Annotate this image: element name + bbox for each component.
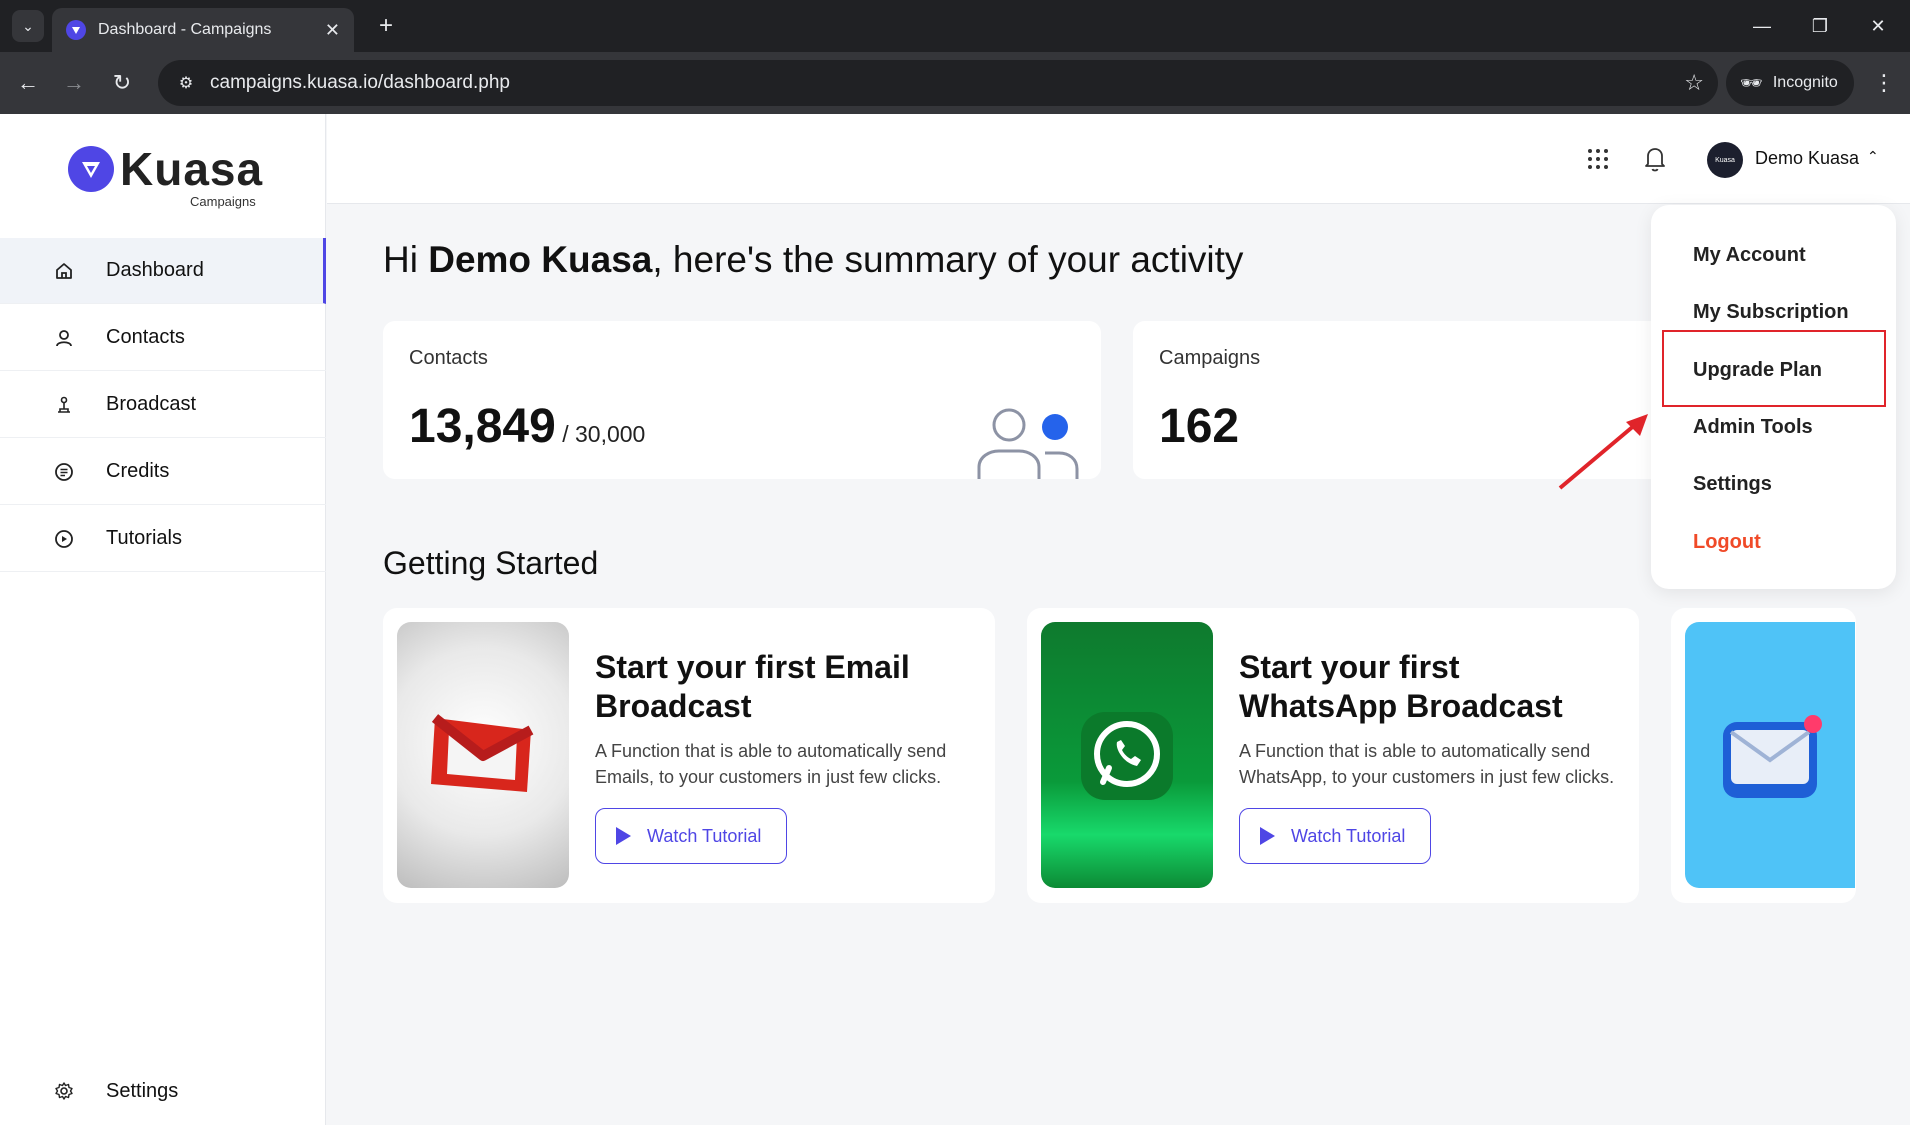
close-window-icon[interactable]: ✕ [1856,10,1900,42]
stat-label: Contacts [409,347,488,369]
whatsapp-broadcast-card: Start your first WhatsApp Broadcast A Fu… [1027,608,1639,903]
home-icon [52,259,76,283]
sidebar-item-label: Tutorials [106,527,182,549]
card-description: A Function that is able to automatically… [595,741,947,787]
sidebar-item-broadcast[interactable]: Broadcast [0,372,326,438]
kuasa-favicon-icon [66,20,86,40]
sidebar: Kuasa Campaigns Dashboard Contacts Broad… [0,114,326,1125]
forward-icon[interactable]: → [58,67,90,99]
stat-label: Campaigns [1159,347,1261,369]
user-name[interactable]: Demo Kuasa [1755,148,1859,169]
avatar[interactable]: Kuasa [1707,142,1743,178]
whatsapp-card-image [1041,622,1213,888]
credits-icon [52,460,76,484]
upgrade-plan-highlight [1662,330,1886,407]
email-broadcast-card: Start your first Email Broadcast A Funct… [383,608,995,903]
browser-menu-icon[interactable]: ⋮ [1868,67,1900,99]
menu-item-admin-tools[interactable]: Admin Tools [1693,416,1813,439]
incognito-icon: 🕶 [1740,72,1763,93]
user-icon [52,326,76,350]
annotation-arrow-icon [1558,414,1648,490]
section-title: Getting Started [383,545,599,581]
brand-logo[interactable]: Kuasa Campaigns [68,142,268,209]
menu-item-logout[interactable]: Logout [1693,531,1761,554]
contacts-stat-card[interactable]: Contacts 13,849 / 30,000 [383,321,1101,479]
menu-item-settings[interactable]: Settings [1693,473,1772,496]
incognito-badge[interactable]: 🕶 Incognito [1726,60,1854,106]
restore-icon[interactable]: ❐ [1798,10,1842,42]
watch-tutorial-button[interactable]: Watch Tutorial [1239,808,1431,864]
sidebar-item-dashboard[interactable]: Dashboard [0,238,326,304]
gear-icon [52,1079,76,1103]
third-broadcast-card [1671,608,1856,903]
contacts-illustration-icon [977,408,1079,479]
gmail-icon [431,714,534,792]
sidebar-item-tutorials[interactable]: Tutorials [0,506,326,572]
url-text[interactable]: campaigns.kuasa.io/dashboard.php [210,72,1684,94]
greeting-suffix: , here's the summary of your activity [652,239,1244,280]
card-description: A Function that is able to automatically… [1239,741,1615,787]
card-title: Start your first Email Broadcast [595,649,910,724]
kuasa-logo-icon [68,146,114,192]
browser-tab[interactable]: Dashboard - Campaigns ✕ [52,8,354,52]
tab-close-icon[interactable]: ✕ [325,20,340,41]
sidebar-item-label: Broadcast [106,393,197,415]
apps-grid-icon[interactable] [1585,146,1611,172]
tab-search-chevron-icon[interactable]: ⌄ [12,10,44,42]
play-icon [1260,827,1275,845]
play-icon [616,827,631,845]
mail-envelope-icon [1723,715,1822,798]
button-label: Watch Tutorial [647,825,762,846]
new-tab-icon[interactable]: + [370,10,402,42]
greeting-name: Demo Kuasa [428,239,653,280]
email-card-image [397,622,569,888]
tab-title: Dashboard - Campaigns [98,21,272,38]
watch-tutorial-button[interactable]: Watch Tutorial [595,808,787,864]
site-settings-icon[interactable]: ⚙ [172,69,200,97]
incognito-label: Incognito [1772,74,1838,91]
sidebar-item-settings[interactable]: Settings [0,1058,326,1124]
contacts-count: 13,849 [409,400,556,453]
broadcast-icon [52,393,76,417]
minimize-icon[interactable]: — [1740,10,1784,42]
button-label: Watch Tutorial [1291,825,1406,846]
bookmark-star-icon[interactable]: ☆ [1684,70,1704,96]
app-header: Kuasa Demo Kuasa ⌃ [327,114,1910,204]
page-greeting: Hi Demo Kuasa, here's the summary of you… [383,239,1243,281]
menu-item-my-account[interactable]: My Account [1693,244,1806,267]
sidebar-item-label: Dashboard [106,259,204,281]
browser-toolbar: ← → ↻ ⚙ campaigns.kuasa.io/dashboard.php… [0,52,1910,114]
card-title: Start your first WhatsApp Broadcast [1239,649,1563,724]
sidebar-item-label: Settings [106,1079,179,1102]
browser-tab-bar: ⌄ Dashboard - Campaigns ✕ + — ❐ ✕ [0,0,1910,52]
contacts-total: / 30,000 [555,421,646,447]
sidebar-item-label: Credits [106,460,170,482]
bell-icon[interactable] [1641,144,1669,174]
back-icon[interactable]: ← [12,67,44,99]
reload-icon[interactable]: ↻ [106,67,138,99]
chevron-up-icon[interactable]: ⌃ [1867,148,1879,165]
play-circle-icon [52,527,76,551]
address-bar[interactable]: ⚙ campaigns.kuasa.io/dashboard.php ☆ [158,60,1718,106]
menu-item-my-subscription[interactable]: My Subscription [1693,301,1849,324]
sidebar-item-credits[interactable]: Credits [0,439,326,505]
stat-value: 162 [1159,400,1240,453]
stat-value: 13,849 / 30,000 [409,399,645,454]
sidebar-item-contacts[interactable]: Contacts [0,305,326,371]
sidebar-item-label: Contacts [106,326,185,348]
greeting-prefix: Hi [383,239,429,280]
avatar-text: Kuasa [1715,156,1735,164]
brand-name: Kuasa [120,143,264,195]
brand-subtitle: Campaigns [190,194,256,209]
whatsapp-icon [1081,712,1173,800]
third-card-image [1685,622,1855,888]
